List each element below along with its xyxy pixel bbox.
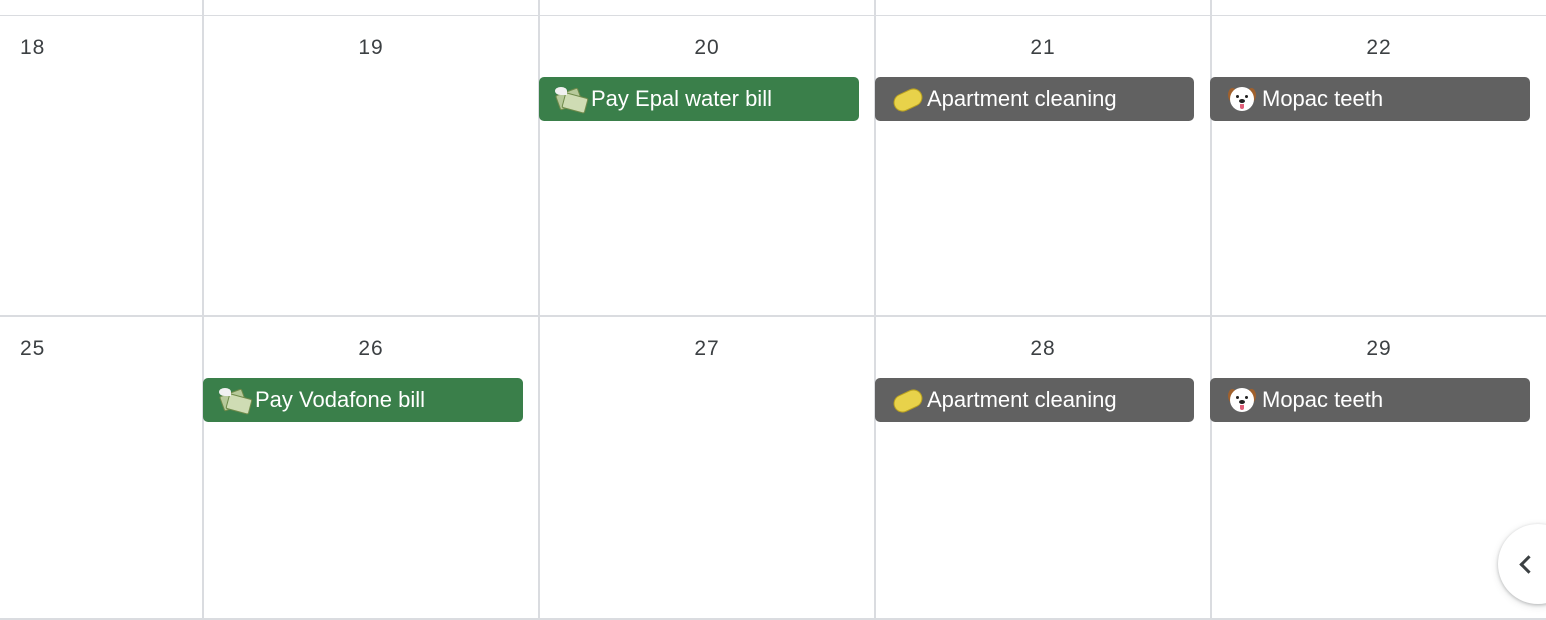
day-number[interactable]: 22 <box>1212 36 1546 60</box>
calendar-month-grid: 18 19 20 21 22 Pay Epal water bill Apart… <box>0 0 1546 620</box>
dog-face-icon <box>1226 386 1258 414</box>
event-title: Mopac teeth <box>1262 86 1384 111</box>
event-title: Apartment cleaning <box>927 86 1117 111</box>
day-number[interactable]: 18 <box>20 36 45 60</box>
event-chip-pay-epal-water-bill[interactable]: Pay Epal water bill <box>539 77 859 121</box>
sponge-icon <box>890 386 926 416</box>
day-number[interactable]: 21 <box>876 36 1210 60</box>
week-row: 18 19 20 21 22 Pay Epal water bill Apart… <box>0 16 1546 317</box>
event-chip-apartment-cleaning[interactable]: Apartment cleaning <box>875 378 1194 422</box>
day-number[interactable]: 26 <box>204 337 538 361</box>
day-number[interactable]: 20 <box>540 36 874 60</box>
day-number[interactable]: 27 <box>540 337 874 361</box>
event-chip-apartment-cleaning[interactable]: Apartment cleaning <box>875 77 1194 121</box>
day-number[interactable]: 29 <box>1212 337 1546 361</box>
day-number[interactable]: 19 <box>204 36 538 60</box>
event-chip-mopac-teeth[interactable]: Mopac teeth <box>1210 77 1530 121</box>
day-cell[interactable]: 25 <box>0 317 202 618</box>
event-chip-pay-vodafone-bill[interactable]: Pay Vodafone bill <box>203 378 523 422</box>
day-number[interactable]: 28 <box>876 337 1210 361</box>
chevron-left-icon <box>1519 555 1538 574</box>
day-cell[interactable]: 22 <box>1210 16 1546 315</box>
money-with-wings-icon <box>218 386 253 415</box>
event-title: Pay Vodafone bill <box>255 387 426 412</box>
event-title: Mopac teeth <box>1262 387 1384 412</box>
previous-week-row-edge <box>0 0 1546 16</box>
day-number[interactable]: 25 <box>20 337 45 361</box>
event-title: Pay Epal water bill <box>591 86 772 111</box>
dog-face-icon <box>1226 85 1258 113</box>
day-cell[interactable]: 18 <box>0 16 202 315</box>
event-chip-mopac-teeth[interactable]: Mopac teeth <box>1210 378 1530 422</box>
day-cell[interactable]: 19 <box>202 16 538 315</box>
day-cell[interactable]: 27 <box>538 317 874 618</box>
event-title: Apartment cleaning <box>927 387 1117 412</box>
sponge-icon <box>890 85 926 115</box>
day-cell[interactable]: 21 <box>874 16 1210 315</box>
money-with-wings-icon <box>554 85 589 114</box>
day-cell[interactable]: 20 <box>538 16 874 315</box>
day-cell[interactable]: 29 <box>1210 317 1546 618</box>
day-cell[interactable]: 26 <box>202 317 538 618</box>
day-cell[interactable]: 28 <box>874 317 1210 618</box>
week-row: 25 26 27 28 29 Pay Vodafone bill Apartme… <box>0 317 1546 620</box>
